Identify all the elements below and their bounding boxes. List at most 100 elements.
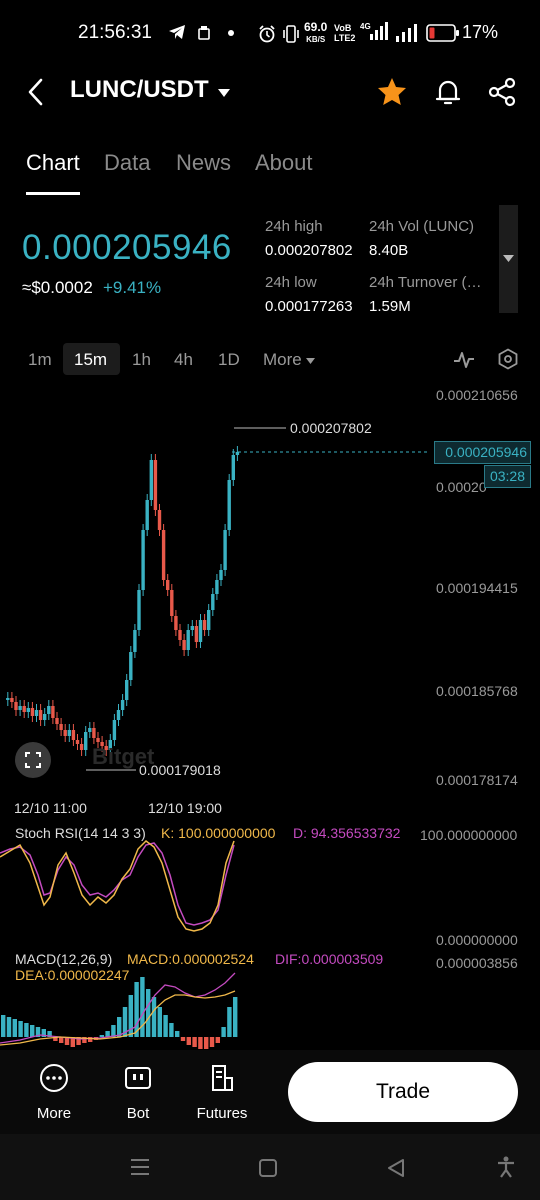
- macd-bar: [12, 1019, 17, 1037]
- share-button[interactable]: [486, 76, 518, 108]
- stoch-axis-top: 100.000000000: [420, 827, 518, 843]
- current-price-tag: 0.000205946: [434, 441, 531, 464]
- fullscreen-button[interactable]: [15, 742, 51, 778]
- caret-down-icon: [306, 358, 316, 364]
- candle-body: [55, 718, 59, 724]
- candle-body: [18, 706, 22, 710]
- timeframe-15m[interactable]: 15m: [74, 350, 107, 370]
- candle-body: [30, 708, 35, 716]
- tab-news[interactable]: News: [176, 150, 231, 176]
- candle-body: [71, 730, 76, 740]
- indicator-button[interactable]: [453, 349, 475, 376]
- nav-more[interactable]: More: [24, 1062, 84, 1122]
- macd-bar: [1, 1015, 6, 1037]
- candle-body: [79, 744, 84, 750]
- candle-body: [84, 732, 88, 750]
- net-speed-value: 69.0: [304, 20, 328, 34]
- accessibility-button[interactable]: [496, 1156, 516, 1183]
- macd-bar: [209, 1037, 215, 1047]
- trade-button[interactable]: Trade: [288, 1062, 518, 1122]
- pair-selector[interactable]: LUNC/USDT: [70, 76, 231, 108]
- pulse-icon: [454, 352, 474, 368]
- candle-body: [170, 590, 174, 616]
- macd-chart: [0, 972, 238, 1049]
- tab-chart[interactable]: Chart: [26, 150, 80, 176]
- candle-body: [153, 460, 158, 510]
- recent-apps-button[interactable]: [130, 1158, 150, 1181]
- candle-body: [215, 580, 219, 594]
- macd-bar: [151, 997, 157, 1037]
- candle-body: [202, 620, 207, 630]
- macd-bar: [215, 1037, 220, 1043]
- battery-percent: 17%: [462, 22, 499, 42]
- bot-icon: [125, 1067, 151, 1089]
- usd-value: ≈$0.0002: [22, 278, 93, 297]
- tab-data[interactable]: Data: [104, 150, 150, 176]
- macd-bar: [18, 1021, 23, 1037]
- high-value: 0.000207802: [265, 242, 353, 259]
- alarm-icon: [258, 25, 276, 48]
- candle-body: [194, 626, 199, 642]
- timeframe-more[interactable]: More: [263, 350, 316, 370]
- candle-body: [137, 590, 141, 630]
- macd-bar: [157, 1007, 162, 1037]
- macd-bar: [99, 1035, 104, 1037]
- vibrate-icon: [283, 25, 299, 48]
- low-value: 0.000177263: [265, 298, 353, 315]
- telegram-icon: [168, 24, 186, 45]
- candle-body: [141, 530, 145, 590]
- chart-settings-button[interactable]: [497, 348, 519, 375]
- futures-icon: [212, 1065, 233, 1091]
- macd-bar: [227, 1007, 232, 1037]
- battery-icon: [426, 24, 460, 47]
- candle-countdown: 03:28: [484, 465, 531, 488]
- favorite-star-button[interactable]: [376, 76, 408, 108]
- candlestick-chart[interactable]: [0, 380, 430, 800]
- nav-bot[interactable]: Bot: [108, 1062, 168, 1122]
- vol-label: 24h Vol (LUNC): [369, 218, 475, 235]
- stats-expand-button[interactable]: [499, 205, 518, 313]
- macd-bar: [186, 1037, 191, 1045]
- menu-icon: [131, 1159, 149, 1175]
- candle-body: [161, 530, 166, 580]
- back-nav-button[interactable]: [386, 1158, 406, 1183]
- time-axis-label: 12/10 11:00: [14, 800, 87, 816]
- candle-body: [34, 710, 39, 716]
- timeframe-1m[interactable]: 1m: [28, 350, 52, 370]
- macd-bar: [175, 1031, 180, 1037]
- timeframe-1h[interactable]: 1h: [132, 350, 151, 370]
- current-price-tag-text: 0.000205946: [445, 444, 527, 460]
- back-arrow-icon: [28, 78, 43, 106]
- candle-body: [67, 730, 71, 736]
- candle-body: [75, 740, 80, 744]
- timeframe-more-label: More: [263, 350, 302, 369]
- alert-bell-button[interactable]: [432, 76, 464, 108]
- macd-bar: [221, 1027, 226, 1037]
- candle-body: [166, 580, 170, 590]
- price-axis-label: 0.00020: [436, 479, 487, 495]
- nav-futures[interactable]: Futures: [192, 1062, 252, 1122]
- turnover-value: 1.59M: [369, 298, 411, 315]
- high-label: 24h high: [265, 218, 323, 235]
- candle-body: [51, 706, 55, 718]
- candle-body: [63, 730, 67, 736]
- tab-about[interactable]: About: [255, 150, 313, 176]
- timeframe-4h[interactable]: 4h: [174, 350, 193, 370]
- home-button[interactable]: [258, 1158, 278, 1183]
- high-marker-label: 0.000207802: [290, 420, 372, 436]
- candle-body: [174, 616, 178, 630]
- bell-icon: [435, 80, 461, 105]
- back-button[interactable]: [22, 76, 52, 108]
- back-triangle-icon: [388, 1159, 404, 1177]
- candle-body: [235, 452, 240, 455]
- price-axis-label: 0.000194415: [436, 580, 518, 596]
- macd-bar: [169, 1023, 174, 1037]
- pair-title: LUNC/USDT: [70, 76, 209, 103]
- turnover-label: 24h Turnover (…: [369, 274, 482, 291]
- candle-body: [149, 460, 153, 500]
- volte-bottom: LTE2: [334, 33, 356, 43]
- nav-futures-label: Futures: [196, 1105, 248, 1122]
- candle-body: [231, 455, 235, 480]
- caret-down-icon: [218, 88, 231, 97]
- timeframe-1d[interactable]: 1D: [218, 350, 240, 370]
